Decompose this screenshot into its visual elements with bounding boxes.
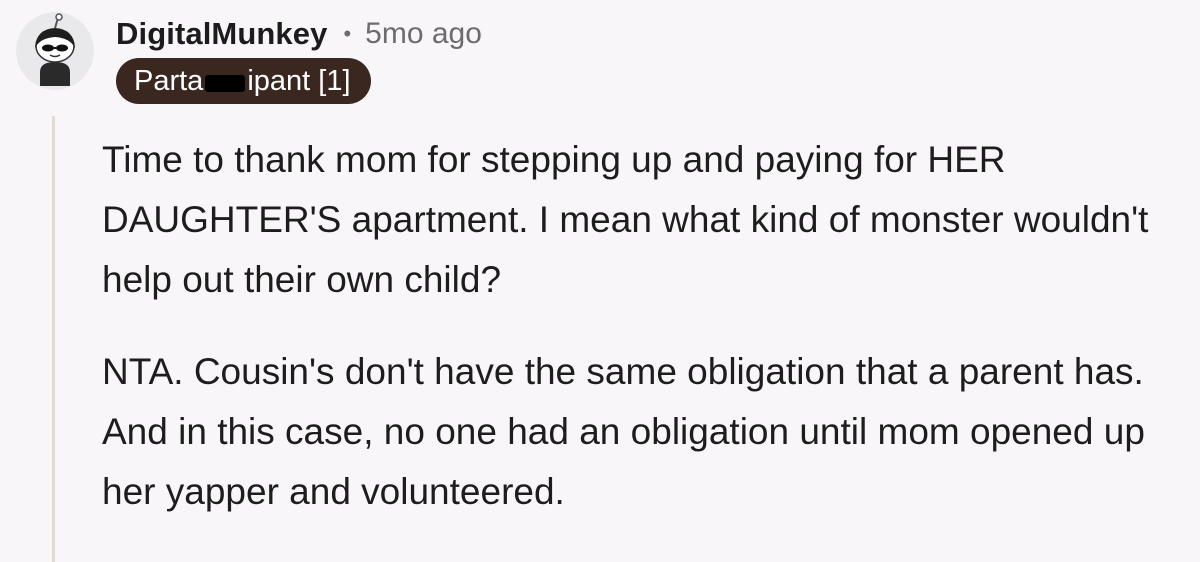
comment-paragraph: NTA. Cousin's don't have the same obliga… bbox=[102, 351, 1145, 512]
avatar[interactable] bbox=[16, 12, 94, 90]
meta-separator: • bbox=[343, 21, 352, 46]
timestamp[interactable]: 5mo ago bbox=[365, 17, 482, 51]
comment: DigitalMunkey • 5mo ago Parta ipant [1] T… bbox=[0, 0, 1200, 562]
comment-paragraph: Time to thank mom for stepping up and pa… bbox=[102, 139, 1149, 300]
snoo-avatar-icon bbox=[16, 12, 94, 90]
redaction-bar-icon bbox=[205, 74, 246, 92]
comment-header: DigitalMunkey • 5mo ago bbox=[116, 12, 482, 56]
flair-text-end: ipant [1] bbox=[247, 64, 351, 97]
thread-line[interactable] bbox=[52, 116, 55, 562]
flair-text-start: Parta bbox=[134, 64, 204, 97]
username[interactable]: DigitalMunkey bbox=[116, 16, 327, 52]
user-flair: Parta ipant [1] bbox=[116, 58, 371, 104]
comment-body: Time to thank mom for stepping up and pa… bbox=[102, 130, 1192, 554]
